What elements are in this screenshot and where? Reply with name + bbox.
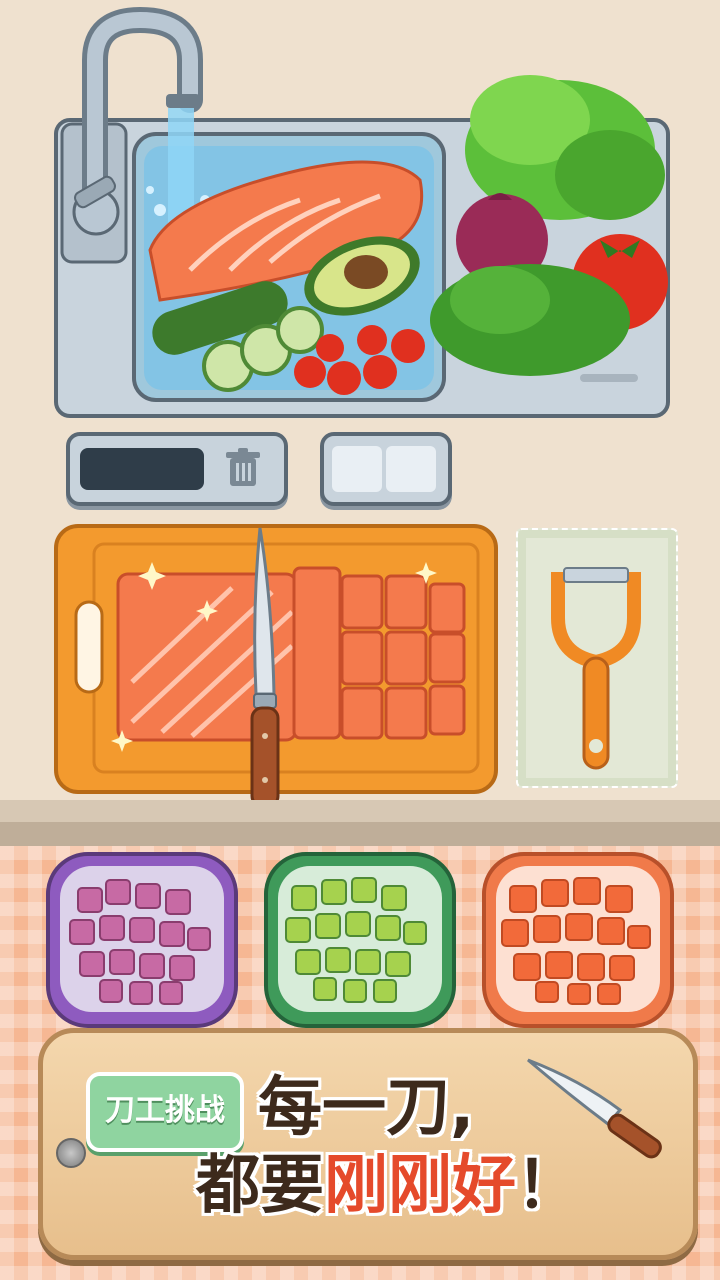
bowl-salmon[interactable] bbox=[480, 850, 676, 1032]
slogan-line2-prefix: 都要 bbox=[196, 1149, 324, 1223]
tray-right[interactable] bbox=[386, 446, 436, 492]
board-handle-hole bbox=[74, 600, 104, 694]
banner-knife-icon bbox=[527, 1058, 662, 1159]
slogan-line1: 每一刀, bbox=[258, 1071, 475, 1145]
knife-icon[interactable] bbox=[236, 522, 296, 814]
bowl-cucumber[interactable] bbox=[262, 850, 458, 1032]
challenge-tag: 刀工挑战 bbox=[86, 1072, 244, 1152]
cilantro bbox=[430, 264, 630, 376]
tray-left[interactable] bbox=[332, 446, 382, 492]
counter-edge bbox=[0, 800, 720, 846]
bowl-onion[interactable] bbox=[44, 850, 240, 1032]
slogan-line2-highlight: 刚刚好 bbox=[324, 1149, 516, 1223]
peeler-icon[interactable] bbox=[544, 558, 650, 778]
peeler-panel bbox=[516, 528, 678, 788]
slogan-line2-suffix: ！ bbox=[516, 1149, 580, 1223]
salmon-strip bbox=[292, 566, 342, 740]
tray-slot[interactable] bbox=[320, 432, 452, 506]
trash-opening bbox=[80, 448, 204, 490]
trash-slot[interactable] bbox=[66, 432, 288, 506]
trash-icon[interactable] bbox=[220, 446, 266, 492]
banner-screw bbox=[56, 1138, 86, 1168]
salmon-cubes bbox=[340, 574, 466, 740]
